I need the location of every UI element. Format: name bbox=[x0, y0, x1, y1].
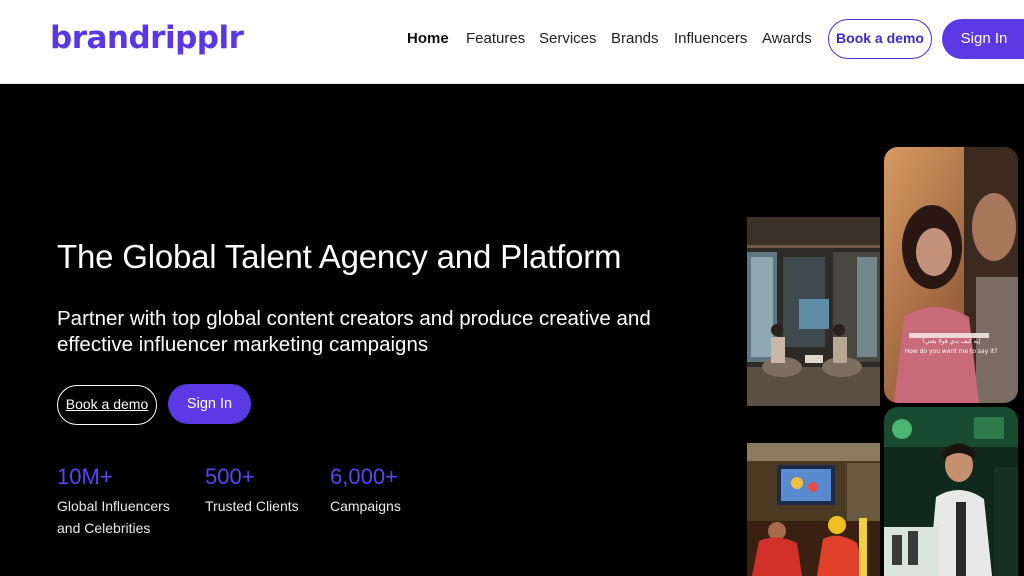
nav-brands[interactable]: Brands bbox=[611, 30, 659, 47]
media-tile-fans bbox=[747, 443, 880, 576]
office-scene-image bbox=[747, 217, 880, 406]
nav-services[interactable]: Services bbox=[539, 30, 597, 47]
header-sign-in-button[interactable]: Sign In bbox=[942, 19, 1024, 59]
header-book-demo-button[interactable]: Book a demo bbox=[828, 19, 932, 59]
subtitle-arabic: إيه كيف بدي قولا يعني؟ bbox=[922, 338, 981, 345]
nav-features[interactable]: Features bbox=[466, 30, 525, 47]
stat-value: 6,000+ bbox=[330, 464, 398, 489]
nav-awards[interactable]: Awards bbox=[762, 30, 812, 47]
media-tile-office bbox=[747, 217, 880, 406]
subtitle-english: How do you want me to say it? bbox=[905, 348, 998, 355]
nav-influencers[interactable]: Influencers bbox=[674, 30, 747, 47]
stat-value: 500+ bbox=[205, 464, 255, 489]
site-header: brandripplr Home Features Services Brand… bbox=[0, 0, 1024, 84]
stat-value: 10M+ bbox=[57, 464, 113, 489]
stat-label: Campaigns bbox=[330, 498, 401, 514]
stat-label: Trusted Clients bbox=[205, 498, 299, 514]
portrait-scene-image: إيه كيف بدي قولا يعني؟ How do you want m… bbox=[884, 147, 1018, 403]
stat-campaigns: 6,000+ Campaigns bbox=[330, 464, 401, 517]
hero-book-demo-button[interactable]: Book a demo bbox=[57, 385, 157, 425]
hero-sign-in-button[interactable]: Sign In bbox=[168, 384, 251, 424]
stat-clients: 500+ Trusted Clients bbox=[205, 464, 299, 517]
stat-influencers: 10M+ Global Influencers and Celebrities bbox=[57, 464, 170, 539]
nav-home[interactable]: Home bbox=[407, 30, 449, 47]
media-tile-portrait: إيه كيف بدي قولا يعني؟ How do you want m… bbox=[884, 147, 1018, 403]
media-tile-studio bbox=[884, 407, 1018, 576]
stat-label: Global Influencers and Celebrities bbox=[57, 498, 170, 536]
hero-title: The Global Talent Agency and Platform bbox=[57, 238, 622, 275]
hero-subtitle: Partner with top global content creators… bbox=[57, 307, 651, 356]
hero-section: The Global Talent Agency and Platform Pa… bbox=[0, 84, 1024, 576]
fans-scene-image bbox=[747, 443, 880, 576]
studio-scene-image bbox=[884, 407, 1018, 576]
